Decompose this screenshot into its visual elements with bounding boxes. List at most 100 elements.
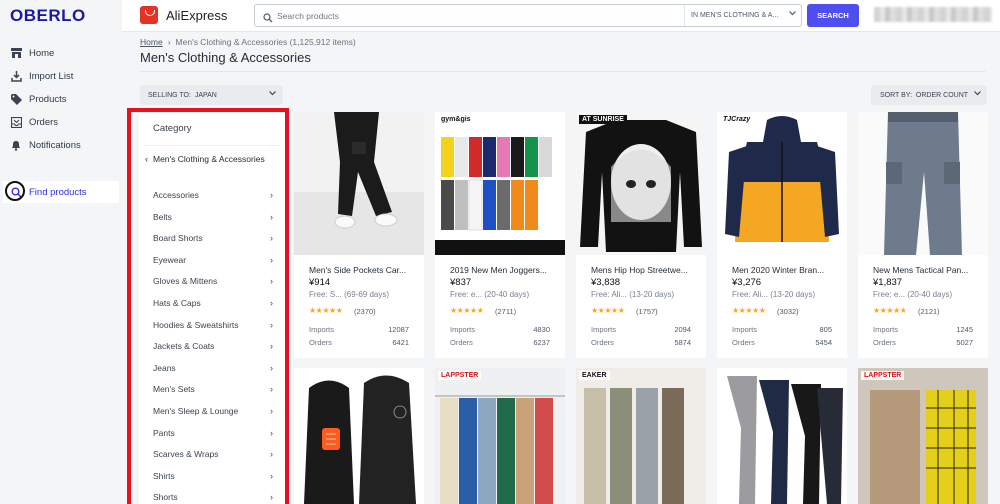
product-card[interactable] [717,368,847,504]
product-price: ¥1,837 [873,277,903,288]
product-image[interactable]: gym&gis [435,112,565,255]
chevron-right-icon: › [167,37,171,47]
nav-label: Find products [29,186,87,198]
breadcrumb-current: Men's Clothing & Accessories (1,125,912 … [175,37,356,47]
rating-stars: ★★★★★ [873,306,907,315]
brand-tag: LAPPSTER [438,371,482,380]
orders-label: Orders [732,338,755,347]
imports-value: 12087 [388,325,409,334]
app-name: AliExpress [166,8,228,23]
chevron-down-icon [789,11,796,18]
product-card[interactable]: EAKER [576,368,706,504]
left-sidebar: OBERLO Home Import List Products Orders … [0,0,122,504]
product-image[interactable]: LAPPSTER [435,368,565,504]
product-image[interactable] [294,112,424,255]
product-card[interactable]: LAPPSTER [435,368,565,504]
orders-label: Orders [873,338,896,347]
account-avatar[interactable] [874,7,992,22]
rating-stars: ★★★★★ [591,306,625,315]
product-title[interactable]: Men's Side Pockets Car... [309,265,413,275]
imports-label: Imports [309,325,335,334]
product-title[interactable]: Men 2020 Winter Bran... [732,265,836,275]
brand-tag: LAPPSTER [861,371,905,380]
breadcrumb: Home › Men's Clothing & Accessories (1,1… [140,37,356,47]
top-header: AliExpress IN MEN'S CLOTHING & A... SEAR… [122,0,1000,32]
nav-label: Notifications [29,139,81,151]
product-image[interactable] [858,112,988,255]
chevron-down-icon [974,91,981,98]
product-card[interactable] [294,368,424,504]
rating-stars: ★★★★★ [450,306,484,315]
orders-label: Orders [591,338,614,347]
imports-label: Imports [450,325,476,334]
nav-label: Orders [29,116,59,128]
product-card[interactable]: gym&gis 2019 New Men Joggers... ¥837 Fre… [435,112,565,358]
sort-by-dropdown[interactable]: SORT BY: ORDER COUNT [871,85,987,105]
orders-value: 5874 [674,338,691,347]
product-price: ¥914 [309,277,331,288]
orders-value: 5027 [956,338,973,347]
nav-item-products[interactable]: Products [10,89,118,109]
brand-tag: TJCrazy [720,115,754,124]
orders-value: 5454 [815,338,832,347]
nav-label: Home [29,47,55,59]
search-box[interactable]: IN MEN'S CLOTHING & A... [254,4,802,27]
home-icon [10,47,22,59]
search-button[interactable]: SEARCH [807,4,859,27]
bell-icon [10,139,22,151]
product-shipping[interactable]: Free: Ali... (13-20 days) [732,290,815,299]
product-card[interactable]: LAPPSTER [858,368,988,504]
review-count: (2711) [495,307,517,316]
review-count: (2370) [354,307,376,316]
review-count: (3032) [777,307,799,316]
search-icon [263,10,273,28]
product-card[interactable]: TJCrazy Men 2020 Winter Bran... ¥3,276 F… [717,112,847,358]
product-price: ¥837 [450,277,472,288]
nav-item-import-list[interactable]: Import List [10,66,118,86]
nav-item-notifications[interactable]: Notifications [10,135,118,155]
orders-value: 6421 [392,338,409,347]
product-card[interactable]: New Mens Tactical Pan... ¥1,837 Free: e.… [858,112,988,358]
product-image[interactable]: AT SUNRISE [576,112,706,255]
selling-to-dropdown[interactable]: SELLING TO: JAPAN [140,85,283,105]
product-shipping[interactable]: Free: Ali... (13-20 days) [591,290,674,299]
product-image[interactable]: LAPPSTER [858,368,988,504]
product-shipping[interactable]: Free: e... (20-40 days) [873,290,952,299]
imports-value: 4830 [533,325,550,334]
brand-tag: AT SUNRISE [579,115,627,124]
product-image[interactable]: EAKER [576,368,706,504]
app-root: OBERLO Home Import List Products Orders … [0,0,1000,504]
page-title: Men's Clothing & Accessories [140,50,311,65]
product-image[interactable]: TJCrazy [717,112,847,255]
review-count: (2121) [918,307,940,316]
search-input[interactable] [277,8,657,23]
product-card[interactable]: AT SUNRISE Mens Hip Hop Streetwe... ¥3,8… [576,112,706,358]
search-scope-label: IN MEN'S CLOTHING & A... [691,12,779,19]
nav-item-home[interactable]: Home [10,43,118,63]
aliexpress-logo-icon [140,6,158,24]
product-title[interactable]: New Mens Tactical Pan... [873,265,977,275]
breadcrumb-home-link[interactable]: Home [140,37,163,47]
orders-value: 6237 [533,338,550,347]
product-card[interactable]: Men's Side Pockets Car... ¥914 Free: S..… [294,112,424,358]
import-icon [10,70,22,82]
product-title[interactable]: Mens Hip Hop Streetwe... [591,265,695,275]
product-shipping[interactable]: Free: e... (20-40 days) [450,290,529,299]
orders-label: Orders [309,338,332,347]
search-scope-select[interactable]: IN MEN'S CLOTHING & A... [684,5,802,26]
chevron-down-icon [269,91,276,98]
imports-label: Imports [732,325,758,334]
imports-value: 805 [819,325,832,334]
oberlo-logo[interactable]: OBERLO [10,6,86,26]
brand-tag: gym&gis [438,115,474,124]
rating-stars: ★★★★★ [732,306,766,315]
product-price: ¥3,838 [591,277,621,288]
product-title[interactable]: 2019 New Men Joggers... [450,265,554,275]
divider [140,71,986,72]
product-image[interactable] [294,368,424,504]
imports-label: Imports [873,325,899,334]
product-image[interactable] [717,368,847,504]
nav-item-orders[interactable]: Orders [10,112,118,132]
product-shipping[interactable]: Free: S... (69-69 days) [309,290,389,299]
highlight-circle [5,181,25,201]
